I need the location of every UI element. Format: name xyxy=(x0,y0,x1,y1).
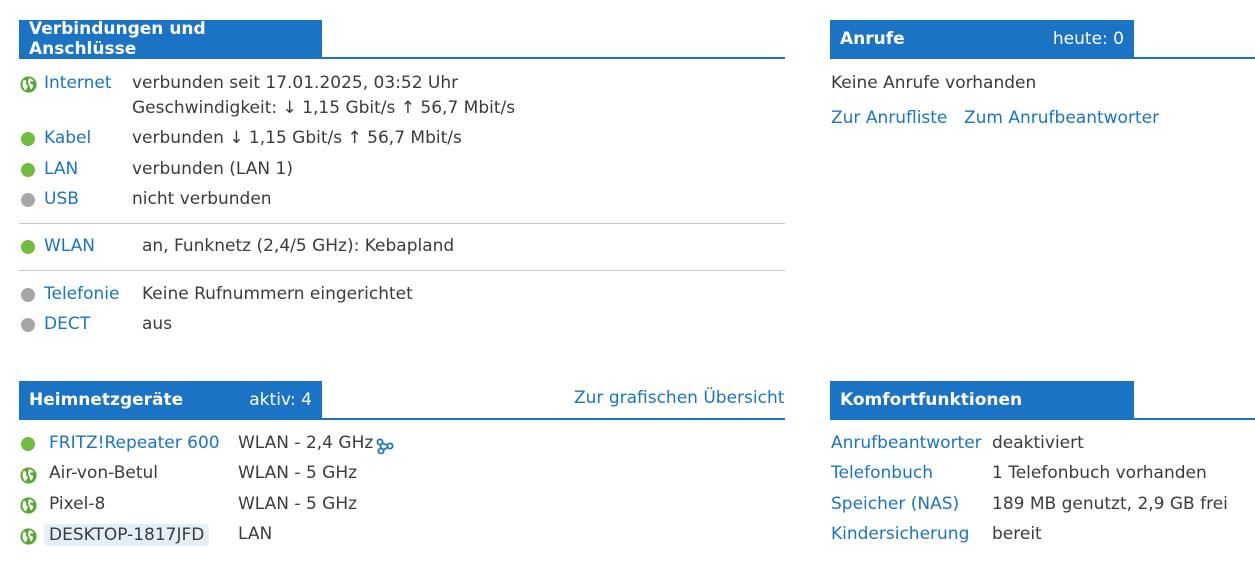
homenet-count: aktiv: 4 xyxy=(249,389,312,410)
connections-header: Verbindungen und Anschlüsse xyxy=(19,18,785,59)
connections-panel: Verbindungen und Anschlüsse xyxy=(19,18,785,59)
lan-status: verbunden (LAN 1) xyxy=(132,159,293,179)
dect-status: aus xyxy=(142,314,173,334)
answering-machine-link[interactable]: Zum Anrufbeantworter xyxy=(964,108,1159,128)
cable-link[interactable]: Kabel xyxy=(44,128,91,148)
comfort-phonebook-link[interactable]: Telefonbuch xyxy=(831,463,933,483)
status-dot-gray xyxy=(21,318,35,332)
status-dot-green xyxy=(21,132,35,146)
comfort-title: Komfortfunktionen xyxy=(830,381,1134,418)
mesh-icon[interactable] xyxy=(376,438,394,454)
device-connection: WLAN - 5 GHz xyxy=(238,463,358,483)
calls-panel: Anrufe heute: 0 xyxy=(830,20,1255,59)
usb-link[interactable]: USB xyxy=(44,189,79,209)
globe-icon xyxy=(20,528,37,545)
homenet-title: Heimnetzgeräte aktiv: 4 xyxy=(19,381,322,418)
device-name-highlighted[interactable]: DESKTOP-1817JFD xyxy=(44,524,210,546)
comfort-storage-value: 189 MB genutzt, 2,9 GB frei xyxy=(992,494,1228,514)
device-name[interactable]: Air-von-Betul xyxy=(49,463,158,483)
telephony-status: Keine Rufnummern eingerichtet xyxy=(142,284,413,304)
calls-title: Anrufe heute: 0 xyxy=(830,20,1134,57)
globe-icon xyxy=(20,497,37,514)
comfort-header: Komfortfunktionen xyxy=(830,381,1255,420)
device-connection: WLAN - 2,4 GHz xyxy=(238,433,374,453)
internet-status: verbunden seit 17.01.2025, 03:52 Uhr xyxy=(132,73,459,93)
status-dot-gray xyxy=(21,288,35,302)
calls-count: heute: 0 xyxy=(1052,28,1124,49)
comfort-parental-value: bereit xyxy=(992,524,1042,544)
telephony-link[interactable]: Telefonie xyxy=(44,284,119,304)
calls-empty-text: Keine Anrufe vorhanden xyxy=(831,73,1037,93)
globe-icon xyxy=(20,467,37,484)
calllist-link[interactable]: Zur Anrufliste xyxy=(831,108,947,128)
comfort-panel: Komfortfunktionen xyxy=(830,381,1255,420)
comfort-phonebook-value: 1 Telefonbuch vorhanden xyxy=(992,463,1207,483)
cable-status: verbunden ↓ 1,15 Gbit/s ↑ 56,7 Mbit/s xyxy=(132,128,462,148)
status-dot-gray xyxy=(21,193,35,207)
connections-title-text: Verbindungen und Anschlüsse xyxy=(29,18,206,59)
divider xyxy=(19,270,785,271)
globe-icon xyxy=(20,76,37,93)
device-name-link[interactable]: FRITZ!Repeater 600 xyxy=(49,433,220,453)
internet-speed: Geschwindigkeit: ↓ 1,15 Gbit/s ↑ 56,7 Mb… xyxy=(132,98,516,118)
device-connection: LAN xyxy=(238,524,273,544)
graphic-overview-link[interactable]: Zur grafischen Übersicht xyxy=(574,388,784,408)
comfort-storage-link[interactable]: Speicher (NAS) xyxy=(831,494,959,514)
connections-title: Verbindungen und Anschlüsse xyxy=(19,18,322,59)
comfort-answering-value: deaktiviert xyxy=(992,433,1084,453)
device-connection: WLAN - 5 GHz xyxy=(238,494,358,514)
status-dot-green xyxy=(21,240,35,254)
status-dot-green xyxy=(21,437,35,451)
calls-title-text: Anrufe xyxy=(840,28,905,49)
status-dot-green xyxy=(21,163,35,177)
lan-link[interactable]: LAN xyxy=(44,159,78,179)
usb-status: nicht verbunden xyxy=(132,189,272,209)
comfort-title-text: Komfortfunktionen xyxy=(840,389,1023,410)
internet-link[interactable]: Internet xyxy=(44,73,112,93)
comfort-parental-link[interactable]: Kindersicherung xyxy=(831,524,969,544)
dect-link[interactable]: DECT xyxy=(44,314,90,334)
wlan-status: an, Funknetz (2,4/5 GHz): Kebapland xyxy=(142,236,455,256)
wlan-link[interactable]: WLAN xyxy=(44,236,95,256)
divider xyxy=(19,223,785,224)
homenet-title-text: Heimnetzgeräte xyxy=(29,389,184,410)
device-name[interactable]: Pixel-8 xyxy=(49,494,105,514)
calls-header: Anrufe heute: 0 xyxy=(830,20,1255,59)
comfort-answering-link[interactable]: Anrufbeantworter xyxy=(831,433,982,453)
